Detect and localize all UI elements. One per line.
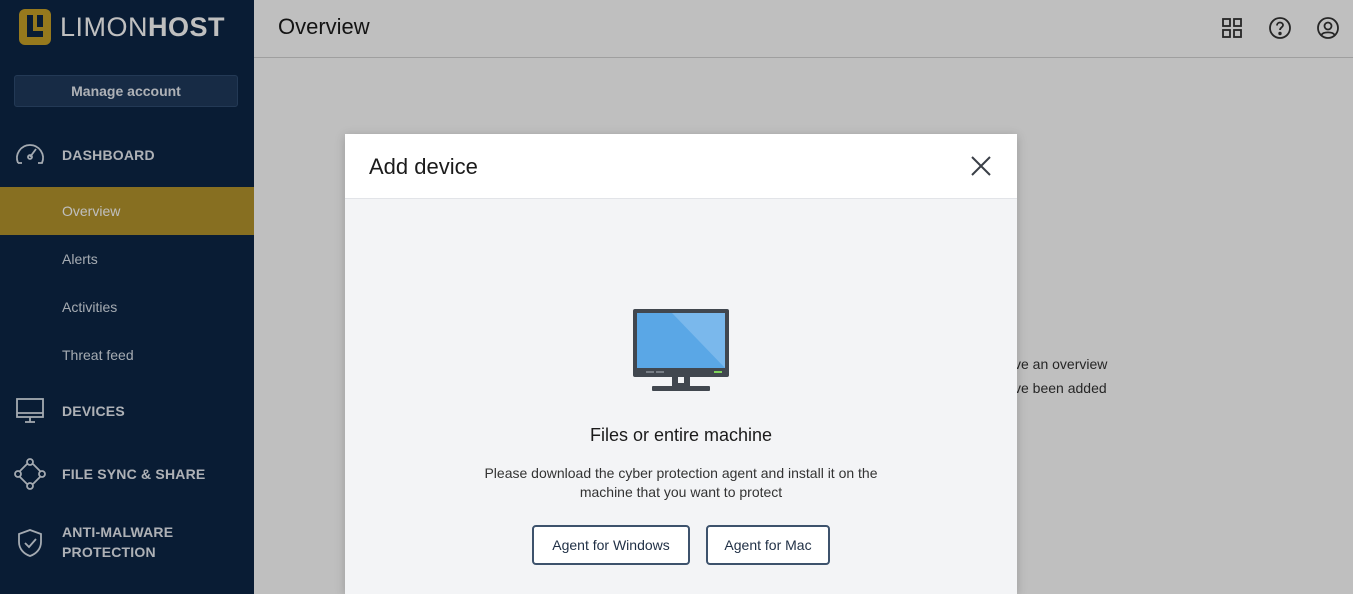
computer-monitor-icon bbox=[632, 308, 730, 394]
close-icon[interactable] bbox=[969, 154, 993, 178]
option-title: Files or entire machine bbox=[589, 425, 773, 445]
dialog-header: Add device bbox=[345, 134, 1017, 199]
agent-for-mac-button[interactable]: Agent for Mac bbox=[706, 525, 830, 565]
agent-for-windows-button[interactable]: Agent for Windows bbox=[532, 525, 690, 565]
option-description: Please download the cyber protection age… bbox=[484, 465, 878, 500]
dialog-title: Add device bbox=[369, 154, 478, 179]
add-device-dialog: Add device Files or entire machine Pleas… bbox=[345, 134, 1017, 594]
